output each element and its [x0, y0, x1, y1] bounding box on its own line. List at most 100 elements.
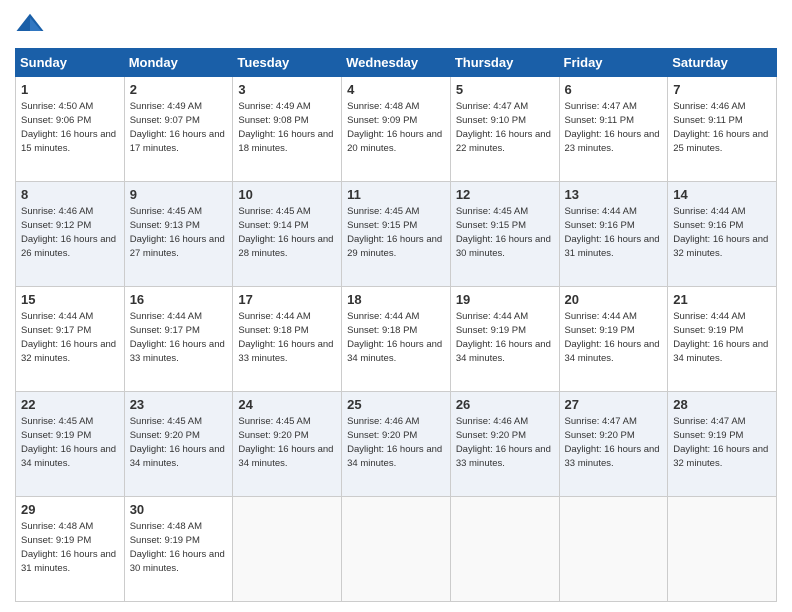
calendar-cell — [668, 497, 777, 602]
day-number: 19 — [456, 291, 554, 309]
calendar-cell: 22 Sunrise: 4:45 AMSunset: 9:19 PMDayligh… — [16, 392, 125, 497]
cell-content: Sunrise: 4:45 AMSunset: 9:15 PMDaylight:… — [347, 206, 442, 259]
cell-content: Sunrise: 4:46 AMSunset: 9:20 PMDaylight:… — [347, 416, 442, 469]
calendar-cell: 6Sunrise: 4:47 AMSunset: 9:11 PMDaylight… — [559, 77, 668, 182]
calendar-header-row: SundayMondayTuesdayWednesdayThursdayFrid… — [16, 49, 777, 77]
day-number: 10 — [238, 186, 336, 204]
calendar-week-5: 29 Sunrise: 4:48 AMSunset: 9:19 PMDayligh… — [16, 497, 777, 602]
cell-content: Sunrise: 4:44 AMSunset: 9:17 PMDaylight:… — [21, 311, 116, 364]
day-number: 20 — [565, 291, 663, 309]
day-number: 3 — [238, 81, 336, 99]
calendar-cell: 3 Sunrise: 4:49 AMSunset: 9:08 PMDaylight… — [233, 77, 342, 182]
header — [15, 10, 777, 40]
calendar-cell: 21 Sunrise: 4:44 AMSunset: 9:19 PMDayligh… — [668, 287, 777, 392]
cell-content: Sunrise: 4:45 AMSunset: 9:14 PMDaylight:… — [238, 206, 333, 259]
day-number: 28 — [673, 396, 771, 414]
calendar-cell: 12 Sunrise: 4:45 AMSunset: 9:15 PMDayligh… — [450, 182, 559, 287]
cell-content: Sunrise: 4:44 AMSunset: 9:17 PMDaylight:… — [130, 311, 225, 364]
cell-content: Sunrise: 4:47 AMSunset: 9:11 PMDaylight:… — [565, 101, 660, 154]
cell-content: Sunrise: 4:46 AMSunset: 9:12 PMDaylight:… — [21, 206, 116, 259]
calendar-week-1: 1Sunrise: 4:50 AMSunset: 9:06 PMDaylight… — [16, 77, 777, 182]
day-number: 29 — [21, 501, 119, 519]
day-number: 16 — [130, 291, 228, 309]
cell-content: Sunrise: 4:44 AMSunset: 9:18 PMDaylight:… — [347, 311, 442, 364]
cell-content: Sunrise: 4:48 AMSunset: 9:19 PMDaylight:… — [21, 521, 116, 574]
cell-content: Sunrise: 4:48 AMSunset: 9:09 PMDaylight:… — [347, 101, 442, 154]
calendar-cell: 23Sunrise: 4:45 AMSunset: 9:20 PMDayligh… — [124, 392, 233, 497]
day-number: 24 — [238, 396, 336, 414]
calendar-cell — [233, 497, 342, 602]
calendar-cell: 30 Sunrise: 4:48 AMSunset: 9:19 PMDayligh… — [124, 497, 233, 602]
day-number: 12 — [456, 186, 554, 204]
calendar-cell: 20 Sunrise: 4:44 AMSunset: 9:19 PMDayligh… — [559, 287, 668, 392]
calendar-week-2: 8 Sunrise: 4:46 AMSunset: 9:12 PMDaylight… — [16, 182, 777, 287]
day-header-thursday: Thursday — [450, 49, 559, 77]
day-header-sunday: Sunday — [16, 49, 125, 77]
calendar-cell: 4 Sunrise: 4:48 AMSunset: 9:09 PMDaylight… — [342, 77, 451, 182]
calendar-cell: 28 Sunrise: 4:47 AMSunset: 9:19 PMDayligh… — [668, 392, 777, 497]
day-header-saturday: Saturday — [668, 49, 777, 77]
cell-content: Sunrise: 4:44 AMSunset: 9:16 PMDaylight:… — [673, 206, 768, 259]
cell-content: Sunrise: 4:44 AMSunset: 9:19 PMDaylight:… — [673, 311, 768, 364]
calendar-cell: 27 Sunrise: 4:47 AMSunset: 9:20 PMDayligh… — [559, 392, 668, 497]
cell-content: Sunrise: 4:45 AMSunset: 9:13 PMDaylight:… — [130, 206, 225, 259]
calendar-cell: 16 Sunrise: 4:44 AMSunset: 9:17 PMDayligh… — [124, 287, 233, 392]
cell-content: Sunrise: 4:44 AMSunset: 9:18 PMDaylight:… — [238, 311, 333, 364]
day-number: 2 — [130, 81, 228, 99]
calendar-cell: 15 Sunrise: 4:44 AMSunset: 9:17 PMDayligh… — [16, 287, 125, 392]
calendar-cell: 26 Sunrise: 4:46 AMSunset: 9:20 PMDayligh… — [450, 392, 559, 497]
cell-content: Sunrise: 4:49 AMSunset: 9:08 PMDaylight:… — [238, 101, 333, 154]
day-header-monday: Monday — [124, 49, 233, 77]
cell-content: Sunrise: 4:46 AMSunset: 9:20 PMDaylight:… — [456, 416, 551, 469]
day-header-wednesday: Wednesday — [342, 49, 451, 77]
cell-content: Sunrise: 4:48 AMSunset: 9:19 PMDaylight:… — [130, 521, 225, 574]
cell-content: Sunrise: 4:44 AMSunset: 9:19 PMDaylight:… — [565, 311, 660, 364]
calendar-table: SundayMondayTuesdayWednesdayThursdayFrid… — [15, 48, 777, 602]
calendar-cell: 5 Sunrise: 4:47 AMSunset: 9:10 PMDaylight… — [450, 77, 559, 182]
page: SundayMondayTuesdayWednesdayThursdayFrid… — [0, 0, 792, 612]
cell-content: Sunrise: 4:47 AMSunset: 9:19 PMDaylight:… — [673, 416, 768, 469]
day-number: 4 — [347, 81, 445, 99]
day-header-tuesday: Tuesday — [233, 49, 342, 77]
day-number: 22 — [21, 396, 119, 414]
day-number: 27 — [565, 396, 663, 414]
cell-content: Sunrise: 4:45 AMSunset: 9:15 PMDaylight:… — [456, 206, 551, 259]
logo-icon — [15, 10, 45, 40]
logo — [15, 10, 49, 40]
cell-content: Sunrise: 4:44 AMSunset: 9:19 PMDaylight:… — [456, 311, 551, 364]
cell-content: Sunrise: 4:45 AMSunset: 9:20 PMDaylight:… — [238, 416, 333, 469]
calendar-cell: 8 Sunrise: 4:46 AMSunset: 9:12 PMDaylight… — [16, 182, 125, 287]
day-number: 17 — [238, 291, 336, 309]
calendar-cell — [342, 497, 451, 602]
calendar-cell: 7Sunrise: 4:46 AMSunset: 9:11 PMDaylight… — [668, 77, 777, 182]
cell-content: Sunrise: 4:45 AMSunset: 9:20 PMDaylight:… — [130, 416, 225, 469]
day-number: 15 — [21, 291, 119, 309]
day-number: 5 — [456, 81, 554, 99]
day-number: 9 — [130, 186, 228, 204]
calendar-cell: 1Sunrise: 4:50 AMSunset: 9:06 PMDaylight… — [16, 77, 125, 182]
day-number: 25 — [347, 396, 445, 414]
day-number: 11 — [347, 186, 445, 204]
day-number: 8 — [21, 186, 119, 204]
day-header-friday: Friday — [559, 49, 668, 77]
cell-content: Sunrise: 4:47 AMSunset: 9:10 PMDaylight:… — [456, 101, 551, 154]
cell-content: Sunrise: 4:49 AMSunset: 9:07 PMDaylight:… — [130, 101, 225, 154]
day-number: 18 — [347, 291, 445, 309]
calendar-cell: 2 Sunrise: 4:49 AMSunset: 9:07 PMDaylight… — [124, 77, 233, 182]
day-number: 13 — [565, 186, 663, 204]
calendar-cell: 19 Sunrise: 4:44 AMSunset: 9:19 PMDayligh… — [450, 287, 559, 392]
calendar-cell: 10 Sunrise: 4:45 AMSunset: 9:14 PMDayligh… — [233, 182, 342, 287]
calendar-cell: 17 Sunrise: 4:44 AMSunset: 9:18 PMDayligh… — [233, 287, 342, 392]
calendar-cell: 18 Sunrise: 4:44 AMSunset: 9:18 PMDayligh… — [342, 287, 451, 392]
cell-content: Sunrise: 4:45 AMSunset: 9:19 PMDaylight:… — [21, 416, 116, 469]
calendar-cell — [450, 497, 559, 602]
day-number: 26 — [456, 396, 554, 414]
calendar-cell: 24 Sunrise: 4:45 AMSunset: 9:20 PMDayligh… — [233, 392, 342, 497]
day-number: 21 — [673, 291, 771, 309]
calendar-week-4: 22 Sunrise: 4:45 AMSunset: 9:19 PMDayligh… — [16, 392, 777, 497]
cell-content: Sunrise: 4:47 AMSunset: 9:20 PMDaylight:… — [565, 416, 660, 469]
calendar-cell: 11 Sunrise: 4:45 AMSunset: 9:15 PMDayligh… — [342, 182, 451, 287]
day-number: 14 — [673, 186, 771, 204]
day-number: 7 — [673, 81, 771, 99]
day-number: 30 — [130, 501, 228, 519]
